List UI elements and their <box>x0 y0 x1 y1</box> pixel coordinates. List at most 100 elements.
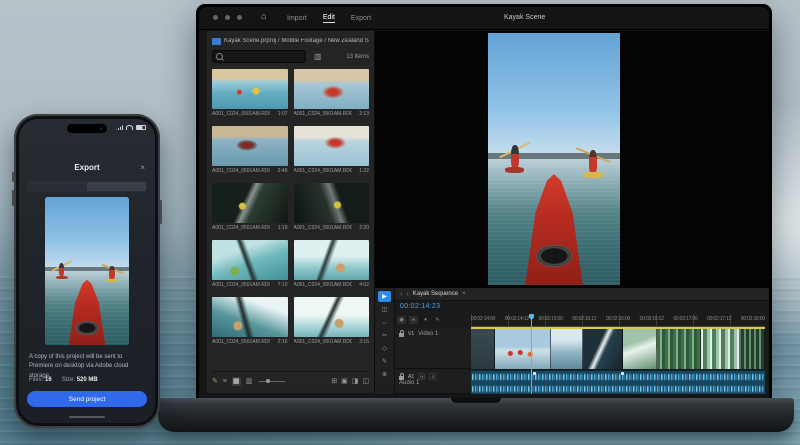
export-sheet-title: Export <box>19 163 155 172</box>
video-clip[interactable] <box>583 328 623 369</box>
sort-icon[interactable]: ⊞ <box>331 378 337 385</box>
kayak-hatch <box>76 321 99 334</box>
clip-thumbnail[interactable] <box>294 126 370 166</box>
window-controls[interactable] <box>213 15 242 20</box>
wifi-icon <box>126 125 133 130</box>
segment-right[interactable] <box>87 182 146 191</box>
forward-icon[interactable]: › <box>406 291 408 298</box>
video-clip[interactable] <box>657 328 701 369</box>
clip-thumbnail[interactable] <box>212 240 288 280</box>
phone-notch <box>67 124 107 133</box>
video-track-header[interactable]: V1 Video 1 <box>395 328 471 369</box>
clip-item[interactable]: A001_C024_0501AM.RDC..3:15 <box>294 297 370 345</box>
video-track-clips[interactable] <box>471 328 765 369</box>
clip-item[interactable]: A001_C024_0501AM.RDC..2:20 <box>294 183 370 231</box>
video-clip[interactable] <box>623 328 657 369</box>
ripple-edit-tool-icon[interactable]: ↔ <box>378 317 391 328</box>
video-clip[interactable] <box>471 328 495 369</box>
slip-tool-icon[interactable]: ◇ <box>378 343 391 354</box>
clip-grid: A001_C024_0501AM.RDC..1:07 A001_C024_050… <box>212 67 369 345</box>
close-sequence-icon[interactable]: × <box>462 291 466 297</box>
audio-track-header[interactable]: A1 M S Audio 1 <box>395 370 471 394</box>
send-project-button[interactable]: Send project <box>27 391 147 407</box>
clip-thumbnail[interactable] <box>212 126 288 166</box>
list-view-icon[interactable]: ≡ <box>223 378 227 385</box>
grid-view-icon[interactable]: ▦ <box>232 377 241 386</box>
media-panel-toolbar: ✎ ≡ ▦ ▥ ⊞ ▣ ◨ ◫ <box>212 371 369 389</box>
video-clip[interactable] <box>551 328 583 369</box>
clip-item[interactable]: A001_C024_0501AM.RDC..1:19 <box>212 183 288 231</box>
pen-icon[interactable]: ✎ <box>212 378 218 385</box>
video-clip[interactable] <box>741 328 765 369</box>
new-bin-icon[interactable]: ▣ <box>341 378 348 385</box>
clip-marker <box>533 372 536 375</box>
clip-item[interactable]: A001_C024_0501AM.RDC..7:10 <box>212 240 288 288</box>
clip-duration: 2:48 <box>278 168 288 174</box>
files-value: 16 <box>45 377 52 383</box>
clip-thumbnail[interactable] <box>212 69 288 109</box>
tab-import[interactable]: Import <box>287 15 307 22</box>
breadcrumb-text[interactable]: Kayak Scene.prproj / Mobile Footage / Ne… <box>224 38 369 44</box>
filmstrip-view-icon[interactable]: ▥ <box>246 378 253 385</box>
tab-edit[interactable]: Edit <box>323 14 335 23</box>
maximize-window-icon[interactable] <box>237 15 242 20</box>
breadcrumb[interactable]: Kayak Scene.prproj / Mobile Footage / Ne… <box>212 35 369 47</box>
preview-video[interactable] <box>488 33 620 285</box>
audio-track-badge[interactable]: A1 <box>408 374 414 380</box>
new-item-icon[interactable]: ◨ <box>352 378 359 385</box>
track-select-tool-icon[interactable]: ◫ <box>378 304 391 315</box>
playhead-timecode[interactable]: 00:02:14:23 <box>400 303 440 310</box>
media-search-row: ▥ 13 items <box>212 49 369 64</box>
video-clip[interactable] <box>701 328 741 369</box>
lock-icon[interactable] <box>399 333 404 337</box>
clip-thumbnail[interactable] <box>294 183 370 223</box>
solo-button[interactable]: S <box>429 373 436 380</box>
clip-name: A001_C024_0501AM.RDC.. <box>294 111 352 117</box>
audio-track-clips[interactable] <box>471 370 765 394</box>
razor-tool-icon[interactable]: ✂ <box>378 330 391 341</box>
clip-item[interactable]: A001_C024_0501AM.RDC..2:48 <box>212 126 288 174</box>
clip-item[interactable]: A001_C024_0501AM.RDC..1:22 <box>294 126 370 174</box>
selection-tool-icon[interactable]: ▶ <box>378 291 391 302</box>
kayak-video-frame <box>488 33 620 285</box>
hand-tool-icon[interactable]: ⊕ <box>378 369 391 380</box>
home-icon[interactable]: ⌂ <box>261 11 266 21</box>
clip-thumbnail[interactable] <box>212 297 288 337</box>
mute-button[interactable]: M <box>418 373 425 380</box>
export-preview-video[interactable] <box>45 197 129 345</box>
playhead[interactable] <box>531 314 532 394</box>
clip-thumbnail[interactable] <box>294 297 370 337</box>
close-icon[interactable]: × <box>140 163 145 172</box>
trash-icon[interactable]: ◫ <box>362 378 369 385</box>
ruler-tick: 00:02:16:12 <box>640 314 664 326</box>
tab-export[interactable]: Export <box>351 15 371 22</box>
marker-menu-icon[interactable]: ▾ <box>421 316 430 324</box>
clip-item[interactable]: A001_C024_0501AM.RDC..4:02 <box>294 240 370 288</box>
timeline-ruler[interactable]: 00:02:14:00 00:02:14:12 00:02:15:00 00:0… <box>471 314 765 327</box>
video-clip[interactable] <box>495 328 551 369</box>
clip-thumbnail[interactable] <box>294 240 370 280</box>
clip-thumbnail[interactable] <box>212 183 288 223</box>
filmstrip-icon[interactable]: ▥ <box>314 53 322 61</box>
clip-thumbnail[interactable] <box>294 69 370 109</box>
segment-left[interactable] <box>28 182 87 191</box>
clip-item[interactable]: A001_C024_0501AM.RDC..1:07 <box>212 69 288 117</box>
clip-duration: 1:07 <box>278 111 288 117</box>
export-segmented-control[interactable] <box>27 181 147 192</box>
video-track-badge[interactable]: V1 <box>408 331 414 337</box>
timeline-pen-icon[interactable]: ✎ <box>433 316 442 324</box>
search-input[interactable] <box>212 50 306 63</box>
video-track-label: Video 1 <box>418 331 438 337</box>
pen-tool-icon[interactable]: ✎ <box>378 356 391 367</box>
minimize-window-icon[interactable] <box>225 15 230 20</box>
snap-icon[interactable]: ◉ <box>397 316 406 324</box>
clip-item[interactable]: A001_C024_0501AM.RDC..2:13 <box>294 69 370 117</box>
thumbnail-zoom-slider[interactable] <box>259 381 285 382</box>
timeline-toolbar: ▶ ◫ ↔ ✂ ◇ ✎ ⊕ <box>375 288 395 394</box>
back-icon[interactable]: ‹ <box>400 291 402 298</box>
sequence-tab[interactable]: Kayak Sequence <box>413 291 458 297</box>
lock-icon[interactable] <box>399 376 404 380</box>
close-window-icon[interactable] <box>213 15 218 20</box>
clip-item[interactable]: A001_C024_0501AM.RDC..2:16 <box>212 297 288 345</box>
linked-selection-icon[interactable]: ∞ <box>409 316 418 324</box>
